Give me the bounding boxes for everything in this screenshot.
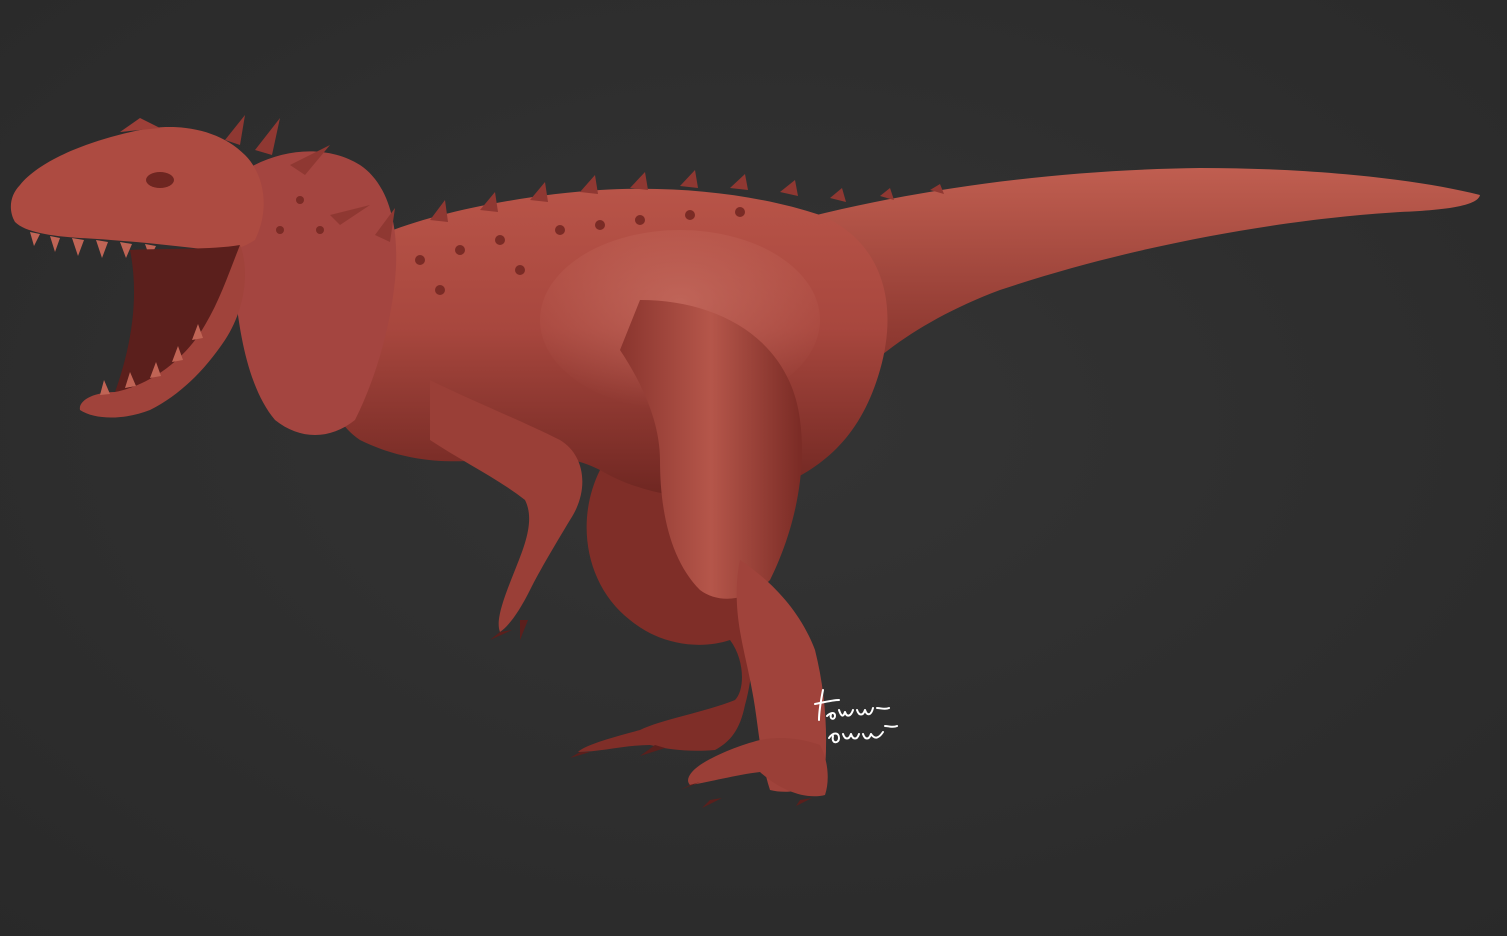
artist-signature — [814, 689, 898, 744]
dinosaur-model — [10, 115, 1480, 808]
head — [10, 118, 264, 418]
sculpt-viewport — [0, 0, 1507, 936]
eye — [146, 172, 174, 188]
